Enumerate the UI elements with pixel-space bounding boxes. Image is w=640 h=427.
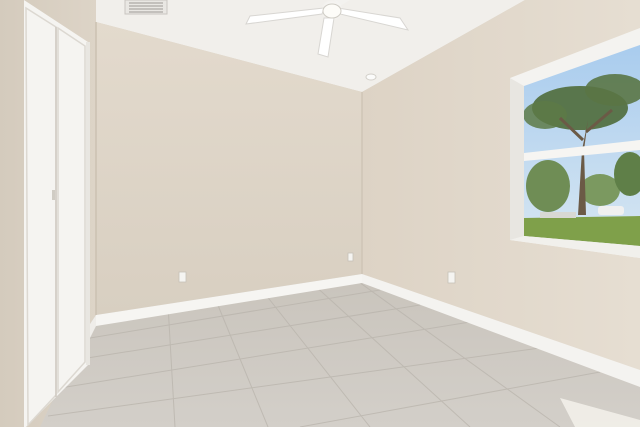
recessed-light xyxy=(365,73,377,81)
outlet-right-wall xyxy=(447,271,456,284)
room-photo xyxy=(0,0,640,427)
air-vent xyxy=(124,0,168,15)
closet-bifold-door xyxy=(24,0,90,427)
outdoor-car xyxy=(598,206,624,215)
closet-door-handle xyxy=(52,190,55,200)
outlet-corner xyxy=(347,252,354,262)
outlet-back-wall xyxy=(178,271,187,283)
